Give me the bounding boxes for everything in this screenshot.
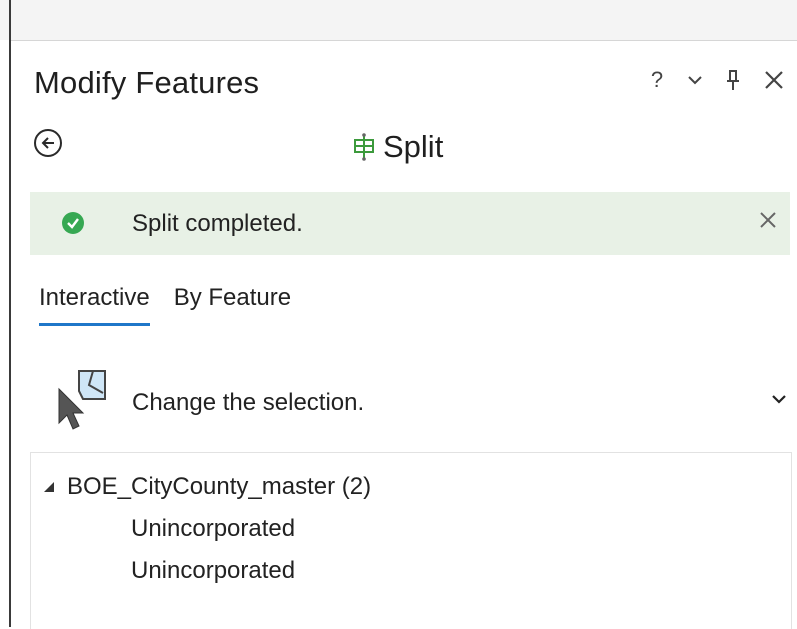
close-icon bbox=[760, 212, 776, 228]
message-text: Split completed. bbox=[132, 210, 303, 237]
chevron-down-icon bbox=[772, 395, 786, 404]
options-menu-button[interactable] bbox=[687, 75, 703, 85]
expand-selection-button[interactable] bbox=[771, 391, 787, 409]
tab-by-feature[interactable]: By Feature bbox=[174, 284, 291, 320]
window-top-strip bbox=[0, 0, 797, 40]
dismiss-message-button[interactable] bbox=[758, 210, 778, 235]
close-pane-button[interactable] bbox=[763, 69, 785, 91]
pane-controls: ? bbox=[649, 67, 785, 93]
tree-feature-item[interactable]: Unincorporated bbox=[131, 515, 295, 543]
pin-icon bbox=[727, 70, 739, 90]
selection-tree: BOE_CityCounty_master (2) Unincorporated… bbox=[30, 452, 792, 629]
change-selection-row[interactable]: Change the selection. bbox=[47, 367, 787, 430]
select-features-icon bbox=[58, 370, 106, 430]
message-bar: Split completed. bbox=[30, 192, 790, 255]
back-button[interactable] bbox=[34, 129, 62, 157]
split-icon bbox=[354, 133, 374, 161]
help-button[interactable]: ? bbox=[649, 67, 665, 93]
pane-title: Modify Features bbox=[34, 65, 260, 100]
tool-tabs: Interactive By Feature bbox=[39, 284, 291, 326]
tool-header: Split bbox=[351, 129, 443, 165]
auto-hide-button[interactable] bbox=[725, 68, 741, 92]
collapse-triangle-icon bbox=[44, 482, 54, 492]
success-check-icon bbox=[62, 212, 84, 234]
change-selection-label: Change the selection. bbox=[132, 389, 365, 416]
tool-title: Split bbox=[383, 129, 444, 164]
modify-features-pane: Modify Features ? Split Split completed. bbox=[11, 40, 797, 629]
arrow-left-icon bbox=[41, 137, 54, 149]
tree-layer-node[interactable]: BOE_CityCounty_master (2) bbox=[43, 473, 371, 501]
chevron-down-icon bbox=[688, 76, 702, 85]
tab-interactive[interactable]: Interactive bbox=[39, 284, 150, 326]
tree-feature-item[interactable]: Unincorporated bbox=[131, 557, 295, 585]
close-icon bbox=[765, 71, 783, 89]
layer-name: BOE_CityCounty_master (2) bbox=[67, 473, 372, 500]
